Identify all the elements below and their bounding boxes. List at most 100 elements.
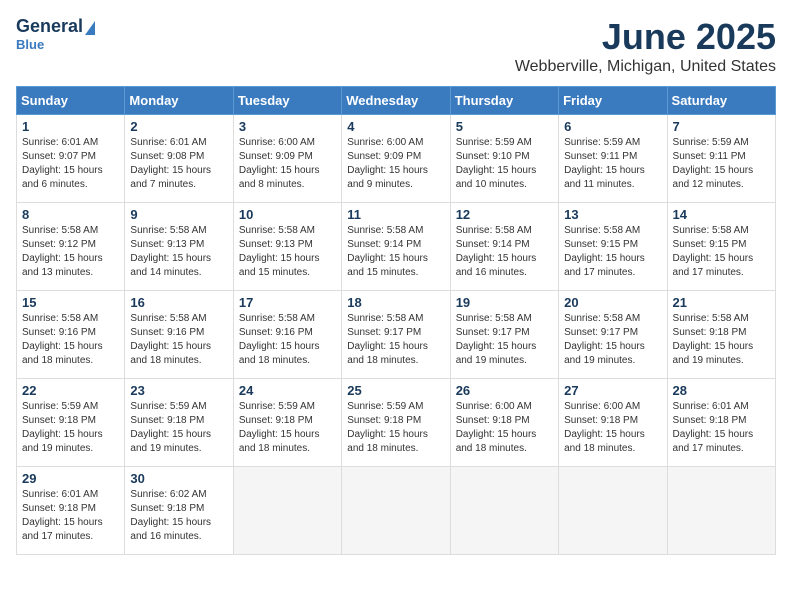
calendar-cell xyxy=(342,467,450,555)
calendar-cell: 29 Sunrise: 6:01 AMSunset: 9:18 PMDayligh… xyxy=(17,467,125,555)
calendar-cell: 28Sunrise: 6:01 AMSunset: 9:18 PMDayligh… xyxy=(667,379,775,467)
day-info: Sunrise: 5:59 AMSunset: 9:11 PMDaylight:… xyxy=(673,136,770,192)
calendar-cell: 5 Sunrise: 5:59 AMSunset: 9:10 PMDaylight… xyxy=(450,115,558,203)
calendar-cell: 21 Sunrise: 5:58 AMSunset: 9:18 PMDayligh… xyxy=(667,291,775,379)
day-number: 24 xyxy=(239,383,336,398)
weekday-header-sunday: Sunday xyxy=(17,87,125,115)
day-info: Sunrise: 5:59 AMSunset: 9:11 PMDaylight:… xyxy=(564,136,661,192)
day-info: Sunrise: 6:02 AMSunset: 9:18 PMDaylight:… xyxy=(130,488,227,544)
day-info: Sunrise: 5:58 AMSunset: 9:13 PMDaylight:… xyxy=(239,224,336,280)
weekday-header-monday: Monday xyxy=(125,87,233,115)
day-info: Sunrise: 5:59 AMSunset: 9:18 PMDaylight:… xyxy=(130,400,227,456)
day-number: 4 xyxy=(347,119,444,134)
day-number: 2 xyxy=(130,119,227,134)
day-number: 12 xyxy=(456,207,553,222)
logo-blue: Blue xyxy=(16,37,44,52)
calendar-cell: 15 Sunrise: 5:58 AMSunset: 9:16 PMDayligh… xyxy=(17,291,125,379)
day-info: Sunrise: 5:58 AMSunset: 9:16 PMDaylight:… xyxy=(239,312,336,368)
week-row-2: 8Sunrise: 5:58 AMSunset: 9:12 PMDaylight… xyxy=(17,203,776,291)
calendar-cell: 7 Sunrise: 5:59 AMSunset: 9:11 PMDaylight… xyxy=(667,115,775,203)
day-info: Sunrise: 5:58 AMSunset: 9:14 PMDaylight:… xyxy=(456,224,553,280)
logo-general: General xyxy=(16,16,83,37)
day-number: 23 xyxy=(130,383,227,398)
day-number: 6 xyxy=(564,119,661,134)
calendar: SundayMondayTuesdayWednesdayThursdayFrid… xyxy=(16,86,776,555)
calendar-cell: 26 Sunrise: 6:00 AMSunset: 9:18 PMDayligh… xyxy=(450,379,558,467)
day-number: 26 xyxy=(456,383,553,398)
day-number: 11 xyxy=(347,207,444,222)
day-number: 25 xyxy=(347,383,444,398)
calendar-cell: 2Sunrise: 6:01 AMSunset: 9:08 PMDaylight… xyxy=(125,115,233,203)
day-info: Sunrise: 5:59 AMSunset: 9:18 PMDaylight:… xyxy=(347,400,444,456)
day-number: 7 xyxy=(673,119,770,134)
day-number: 10 xyxy=(239,207,336,222)
calendar-cell: 16 Sunrise: 5:58 AMSunset: 9:16 PMDayligh… xyxy=(125,291,233,379)
calendar-cell: 12 Sunrise: 5:58 AMSunset: 9:14 PMDayligh… xyxy=(450,203,558,291)
day-number: 21 xyxy=(673,295,770,310)
header: General Blue June 2025 Webberville, Mich… xyxy=(16,16,776,76)
day-info: Sunrise: 5:58 AMSunset: 9:15 PMDaylight:… xyxy=(564,224,661,280)
calendar-cell: 24 Sunrise: 5:59 AMSunset: 9:18 PMDayligh… xyxy=(233,379,341,467)
weekday-header-tuesday: Tuesday xyxy=(233,87,341,115)
calendar-cell: 9 Sunrise: 5:58 AMSunset: 9:13 PMDaylight… xyxy=(125,203,233,291)
weekday-header-wednesday: Wednesday xyxy=(342,87,450,115)
day-number: 19 xyxy=(456,295,553,310)
calendar-cell: 19 Sunrise: 5:58 AMSunset: 9:17 PMDayligh… xyxy=(450,291,558,379)
week-row-4: 22 Sunrise: 5:59 AMSunset: 9:18 PMDayligh… xyxy=(17,379,776,467)
day-info: Sunrise: 5:58 AMSunset: 9:13 PMDaylight:… xyxy=(130,224,227,280)
calendar-cell: 11 Sunrise: 5:58 AMSunset: 9:14 PMDayligh… xyxy=(342,203,450,291)
day-number: 9 xyxy=(130,207,227,222)
calendar-cell: 10 Sunrise: 5:58 AMSunset: 9:13 PMDayligh… xyxy=(233,203,341,291)
title-area: June 2025 Webberville, Michigan, United … xyxy=(515,16,776,76)
day-number: 8 xyxy=(22,207,119,222)
day-number: 18 xyxy=(347,295,444,310)
day-info: Sunrise: 5:58 AMSunset: 9:18 PMDaylight:… xyxy=(673,312,770,368)
logo: General Blue xyxy=(16,16,95,52)
day-number: 22 xyxy=(22,383,119,398)
day-info: Sunrise: 6:01 AMSunset: 9:18 PMDaylight:… xyxy=(673,400,770,456)
day-info: Sunrise: 5:59 AMSunset: 9:18 PMDaylight:… xyxy=(22,400,119,456)
day-number: 15 xyxy=(22,295,119,310)
day-number: 1 xyxy=(22,119,119,134)
day-info: Sunrise: 5:59 AMSunset: 9:18 PMDaylight:… xyxy=(239,400,336,456)
day-info: Sunrise: 6:00 AMSunset: 9:09 PMDaylight:… xyxy=(347,136,444,192)
calendar-cell xyxy=(667,467,775,555)
week-row-5: 29 Sunrise: 6:01 AMSunset: 9:18 PMDayligh… xyxy=(17,467,776,555)
calendar-cell: 14Sunrise: 5:58 AMSunset: 9:15 PMDayligh… xyxy=(667,203,775,291)
logo-triangle-icon xyxy=(85,21,95,35)
day-info: Sunrise: 5:58 AMSunset: 9:17 PMDaylight:… xyxy=(564,312,661,368)
calendar-cell: 6 Sunrise: 5:59 AMSunset: 9:11 PMDaylight… xyxy=(559,115,667,203)
calendar-cell xyxy=(559,467,667,555)
day-info: Sunrise: 6:00 AMSunset: 9:09 PMDaylight:… xyxy=(239,136,336,192)
day-number: 5 xyxy=(456,119,553,134)
day-number: 20 xyxy=(564,295,661,310)
day-info: Sunrise: 6:00 AMSunset: 9:18 PMDaylight:… xyxy=(564,400,661,456)
day-info: Sunrise: 5:58 AMSunset: 9:17 PMDaylight:… xyxy=(347,312,444,368)
calendar-cell: 30 Sunrise: 6:02 AMSunset: 9:18 PMDayligh… xyxy=(125,467,233,555)
day-number: 30 xyxy=(130,471,227,486)
weekday-header-row: SundayMondayTuesdayWednesdayThursdayFrid… xyxy=(17,87,776,115)
month-title: June 2025 xyxy=(515,16,776,58)
day-number: 16 xyxy=(130,295,227,310)
weekday-header-thursday: Thursday xyxy=(450,87,558,115)
day-info: Sunrise: 5:58 AMSunset: 9:16 PMDaylight:… xyxy=(22,312,119,368)
day-info: Sunrise: 5:58 AMSunset: 9:15 PMDaylight:… xyxy=(673,224,770,280)
calendar-cell: 18 Sunrise: 5:58 AMSunset: 9:17 PMDayligh… xyxy=(342,291,450,379)
day-number: 13 xyxy=(564,207,661,222)
calendar-cell: 17 Sunrise: 5:58 AMSunset: 9:16 PMDayligh… xyxy=(233,291,341,379)
day-info: Sunrise: 5:59 AMSunset: 9:10 PMDaylight:… xyxy=(456,136,553,192)
calendar-cell: 3Sunrise: 6:00 AMSunset: 9:09 PMDaylight… xyxy=(233,115,341,203)
week-row-3: 15 Sunrise: 5:58 AMSunset: 9:16 PMDayligh… xyxy=(17,291,776,379)
day-info: Sunrise: 5:58 AMSunset: 9:16 PMDaylight:… xyxy=(130,312,227,368)
day-number: 17 xyxy=(239,295,336,310)
calendar-cell: 22 Sunrise: 5:59 AMSunset: 9:18 PMDayligh… xyxy=(17,379,125,467)
location-title: Webberville, Michigan, United States xyxy=(515,58,776,76)
calendar-cell: 13 Sunrise: 5:58 AMSunset: 9:15 PMDayligh… xyxy=(559,203,667,291)
weekday-header-friday: Friday xyxy=(559,87,667,115)
day-info: Sunrise: 6:00 AMSunset: 9:18 PMDaylight:… xyxy=(456,400,553,456)
calendar-cell: 4 Sunrise: 6:00 AMSunset: 9:09 PMDaylight… xyxy=(342,115,450,203)
day-info: Sunrise: 5:58 AMSunset: 9:17 PMDaylight:… xyxy=(456,312,553,368)
day-info: Sunrise: 5:58 AMSunset: 9:14 PMDaylight:… xyxy=(347,224,444,280)
day-number: 29 xyxy=(22,471,119,486)
day-info: Sunrise: 6:01 AMSunset: 9:18 PMDaylight:… xyxy=(22,488,119,544)
